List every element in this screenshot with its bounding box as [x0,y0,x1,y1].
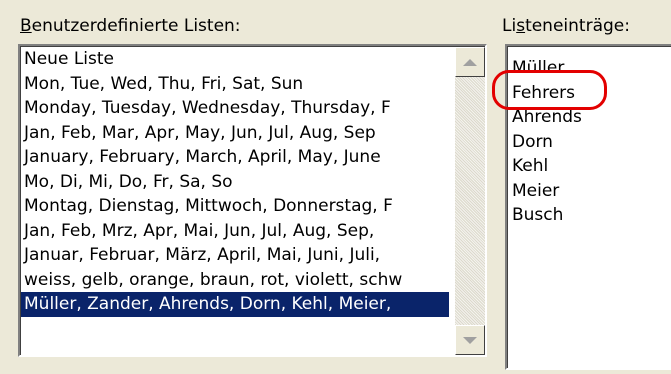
list-item[interactable]: January, February, March, April, May, Ju… [21,145,449,170]
custom-lists-label-text: enutzerdefinierte Listen: [31,16,241,36]
list-entries-label-prefix: Li [502,16,517,36]
list-item[interactable]: Jan, Feb, Mar, Apr, May, Jun, Jul, Aug, … [21,121,449,146]
vertical-scrollbar[interactable] [455,47,485,355]
list-item[interactable]: Mo, Di, Mi, Do, Fr, Sa, So [21,170,449,195]
list-entries-label: Listeneinträge: [502,14,630,38]
list-item[interactable]: Januar, Februar, März, April, Mai, Juni,… [21,243,449,268]
arrow-up-icon [463,58,477,66]
custom-lists-items: Neue Liste Mon, Tue, Wed, Thu, Fri, Sat,… [21,47,449,317]
list-entry: Meier [512,180,560,201]
list-entry: Busch [512,205,564,225]
scroll-up-button[interactable] [455,47,485,77]
custom-lists-listbox[interactable]: Neue Liste Mon, Tue, Wed, Thu, Fri, Sat,… [18,44,487,357]
custom-lists-label: Benutzerdefinierte Listen: [20,14,241,38]
custom-lists-label-accesskey: B [20,16,32,36]
list-entries-label-accesskey: s [516,16,526,36]
annotation-highlight-circle [492,70,607,110]
list-item[interactable]: weiss, gelb, orange, braun, rot, violett… [21,268,449,293]
list-entry: Dorn [512,131,553,152]
list-item[interactable]: Neue Liste [21,47,449,72]
list-item[interactable]: Jan, Feb, Mrz, Apr, Mai, Jun, Jul, Aug, … [21,219,449,244]
list-entry: Kehl [512,156,549,176]
list-item[interactable]: Montag, Dienstag, Mittwoch, Donnerstag, … [21,194,449,219]
list-item[interactable]: Mon, Tue, Wed, Thu, Fri, Sat, Sun [21,72,449,97]
scroll-down-button[interactable] [455,325,485,355]
list-entries-label-text: teneinträge: [525,16,630,36]
list-item[interactable]: Monday, Tuesday, Wednesday, Thursday, F [21,96,449,121]
arrow-down-icon [463,336,477,344]
list-item-selected[interactable]: Müller, Zander, Ahrends, Dorn, Kehl, Mei… [21,292,449,317]
